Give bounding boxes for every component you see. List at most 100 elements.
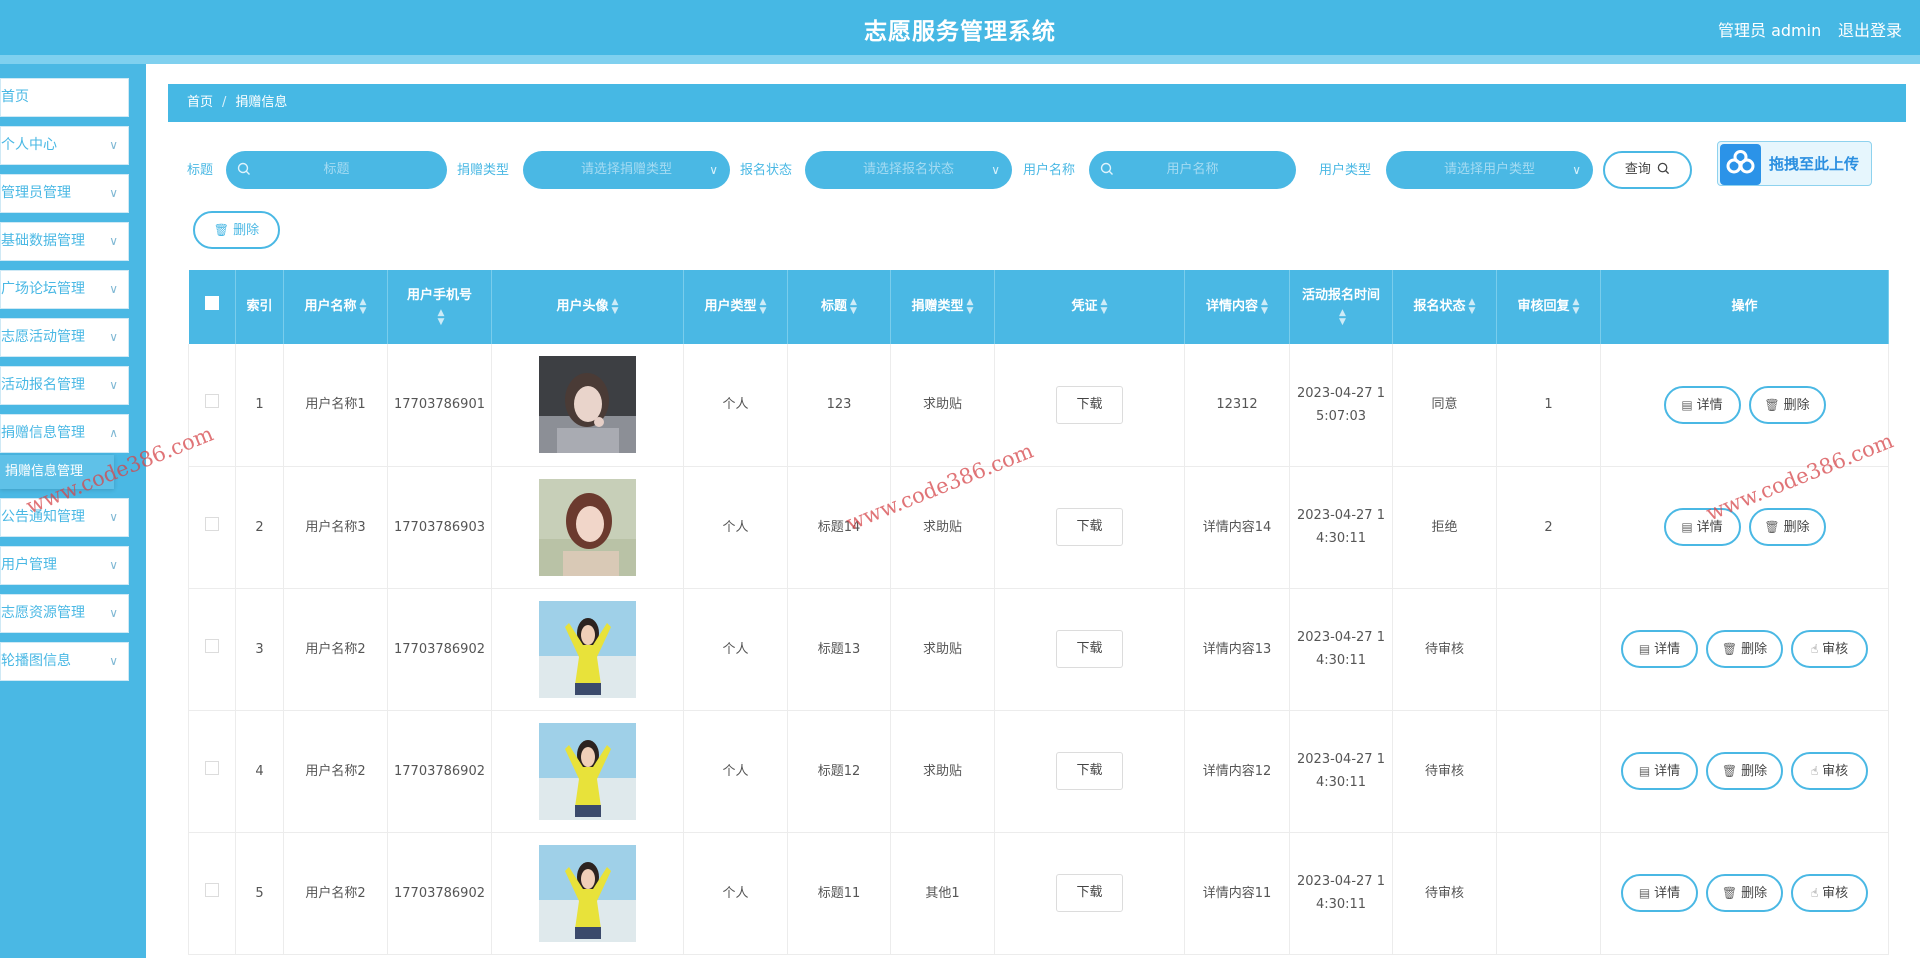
col-title[interactable]: 标题 ▲ ▼	[787, 270, 891, 344]
col-donation-type[interactable]: 捐赠类型 ▲ ▼	[890, 270, 995, 344]
sidebar-item-personal-center[interactable]: 个人中心 ∨	[0, 126, 129, 165]
sidebar-item-activity-signup[interactable]: 活动报名管理 ∨	[0, 366, 129, 405]
sidebar-item-notice[interactable]: 公告通知管理 ∨	[0, 498, 129, 537]
sidebar-item-volunteer-activity[interactable]: 志愿活动管理 ∨	[0, 318, 129, 357]
sidebar-item-resources[interactable]: 志愿资源管理 ∨	[0, 594, 129, 633]
detail-button[interactable]: ▤ 详情	[1663, 385, 1741, 424]
sidebar-item-carousel[interactable]: 轮播图信息 ∨	[0, 642, 129, 681]
cell-user-name: 用户名称3	[283, 466, 388, 589]
review-button-label: 审核	[1822, 764, 1849, 779]
sort-icon[interactable]: ▲ ▼	[1101, 297, 1108, 316]
sidebar-item-base-data[interactable]: 基础数据管理 ∨	[0, 222, 129, 261]
download-button[interactable]: 下载	[1056, 508, 1123, 546]
trash-icon: 🗑	[1721, 642, 1738, 656]
cell-actions: ▤ 详情 🗑 删除 ☝ 审核	[1600, 588, 1889, 711]
apply-time-line1: 2023-04-27 1	[1297, 385, 1385, 401]
sort-icon[interactable]: ▲ ▼	[1469, 297, 1476, 316]
user-name-search-input[interactable]: 用户名称	[1089, 151, 1296, 189]
user-type-select[interactable]: 请选择用户类型 ∨	[1386, 151, 1593, 189]
sort-icon[interactable]: ▲ ▼	[1339, 308, 1346, 327]
delete-button[interactable]: 🗑 删除	[1706, 630, 1783, 668]
sidebar-item-home[interactable]: 首页	[0, 78, 129, 117]
row-checkbox[interactable]	[205, 882, 219, 897]
col-detail-label: 详情内容	[1206, 299, 1259, 314]
select-all-checkbox[interactable]	[204, 296, 219, 310]
trash-icon: 🗑	[213, 223, 230, 237]
review-button[interactable]: ☝ 审核	[1791, 874, 1868, 912]
drag-upload-area[interactable]: 拖拽至此上传	[1717, 141, 1872, 186]
donation-type-placeholder: 请选择捐赠类型	[580, 162, 672, 177]
sidebar-item-label: 用户管理	[1, 557, 57, 573]
cell-user-name: 用户名称2	[283, 832, 388, 955]
main-content: 首页 / 捐赠信息 标题 标题 捐赠类型 请选择捐赠类型 ∨ 报名状态 请选择报名状…	[146, 64, 1920, 958]
donation-type-select[interactable]: 请选择捐赠类型 ∨	[523, 151, 730, 189]
sort-icon[interactable]: ▲ ▼	[360, 297, 367, 316]
sidebar-item-user-manage[interactable]: 用户管理 ∨	[0, 546, 129, 585]
cell-apply-time: 2023-04-27 1 4:30:11	[1289, 588, 1393, 711]
download-button[interactable]: 下载	[1056, 874, 1123, 912]
table-row: 3 用户名称2 17703786902 个人 标题13 求助贴 下载 详情内容1…	[188, 588, 1889, 711]
review-button[interactable]: ☝ 审核	[1791, 752, 1868, 790]
breadcrumb-home[interactable]: 首页	[187, 95, 213, 110]
sort-icon[interactable]: ▲ ▼	[760, 297, 767, 316]
row-checkbox[interactable]	[205, 516, 219, 531]
batch-delete-button[interactable]: 🗑 删除	[193, 211, 280, 249]
sidebar-item-donation[interactable]: 捐赠信息管理 ∧	[0, 414, 129, 453]
row-checkbox[interactable]	[205, 760, 219, 775]
col-apply-time-label: 活动报名时间	[1301, 288, 1380, 303]
title-placeholder: 标题	[323, 162, 350, 177]
sidebar-item-forum[interactable]: 广场论坛管理 ∨	[0, 270, 129, 309]
detail-button[interactable]: ▤ 详情	[1621, 752, 1698, 790]
cell-voucher: 下载	[994, 588, 1185, 711]
user-avatar-image	[539, 844, 636, 942]
sort-icon[interactable]: ▲ ▼	[612, 297, 619, 316]
col-apply-time[interactable]: 活动报名时间 ▲ ▼	[1289, 270, 1393, 344]
apply-status-select[interactable]: 请选择报名状态 ∨	[805, 151, 1012, 189]
row-checkbox[interactable]	[205, 394, 219, 409]
sidebar-item-admin-manage[interactable]: 管理员管理 ∨	[0, 174, 129, 213]
cell-reply: 2	[1496, 466, 1601, 589]
sort-icon[interactable]: ▲ ▼	[1261, 297, 1268, 316]
col-actions-label: 操作	[1731, 299, 1758, 314]
col-detail[interactable]: 详情内容 ▲ ▼	[1184, 270, 1290, 344]
cell-detail: 详情内容12	[1184, 710, 1290, 833]
sort-icon[interactable]: ▲ ▼	[967, 297, 974, 316]
logout-link[interactable]: 退出登录	[1838, 17, 1902, 41]
apply-time-line1: 2023-04-27 1	[1297, 508, 1385, 523]
row-checkbox[interactable]	[205, 638, 219, 653]
sort-icon[interactable]: ▲ ▼	[850, 297, 857, 316]
apply-time-line1: 2023-04-27 1	[1297, 874, 1385, 889]
query-button[interactable]: 查询	[1603, 151, 1692, 189]
download-button[interactable]: 下载	[1056, 630, 1123, 668]
delete-button[interactable]: 🗑 删除	[1748, 508, 1826, 546]
cell-phone: 17703786903	[387, 466, 492, 589]
col-phone[interactable]: 用户手机号 ▲ ▼	[387, 270, 492, 344]
col-user-type[interactable]: 用户类型 ▲ ▼	[683, 270, 788, 344]
hand-pointer-icon: ☝	[1810, 642, 1819, 656]
col-status[interactable]: 报名状态 ▲ ▼	[1392, 270, 1497, 344]
delete-button[interactable]: 🗑 删除	[1748, 385, 1826, 424]
cell-index: 2	[235, 466, 284, 589]
donation-type-filter-label: 捐赠类型	[457, 163, 510, 178]
delete-button[interactable]: 🗑 删除	[1706, 874, 1783, 912]
cell-apply-time: 2023-04-27 1 5:07:03	[1289, 344, 1393, 467]
delete-button[interactable]: 🗑 删除	[1706, 752, 1783, 790]
col-reply[interactable]: 审核回复 ▲ ▼	[1496, 270, 1601, 344]
sidebar-item-label: 捐赠信息管理	[1, 425, 85, 441]
download-button[interactable]: 下载	[1056, 752, 1123, 790]
sort-icon[interactable]: ▲ ▼	[438, 308, 445, 327]
download-button[interactable]: 下载	[1056, 385, 1123, 424]
sidebar-subitem-donation-manage[interactable]: 捐赠信息管理	[0, 455, 114, 489]
review-button[interactable]: ☝ 审核	[1791, 630, 1868, 668]
baidu-cloud-icon	[1720, 144, 1761, 185]
title-search-input[interactable]: 标题	[226, 151, 447, 189]
cell-detail: 详情内容11	[1184, 832, 1290, 955]
detail-button[interactable]: ▤ 详情	[1621, 630, 1698, 668]
detail-button[interactable]: ▤ 详情	[1621, 874, 1698, 912]
sort-icon[interactable]: ▲ ▼	[1573, 297, 1580, 316]
col-voucher[interactable]: 凭证 ▲ ▼	[994, 270, 1185, 344]
col-phone-label: 用户手机号	[406, 288, 472, 303]
col-avatar[interactable]: 用户头像 ▲ ▼	[491, 270, 684, 344]
detail-button[interactable]: ▤ 详情	[1663, 508, 1741, 546]
col-user-name[interactable]: 用户名称 ▲ ▼	[283, 270, 388, 344]
